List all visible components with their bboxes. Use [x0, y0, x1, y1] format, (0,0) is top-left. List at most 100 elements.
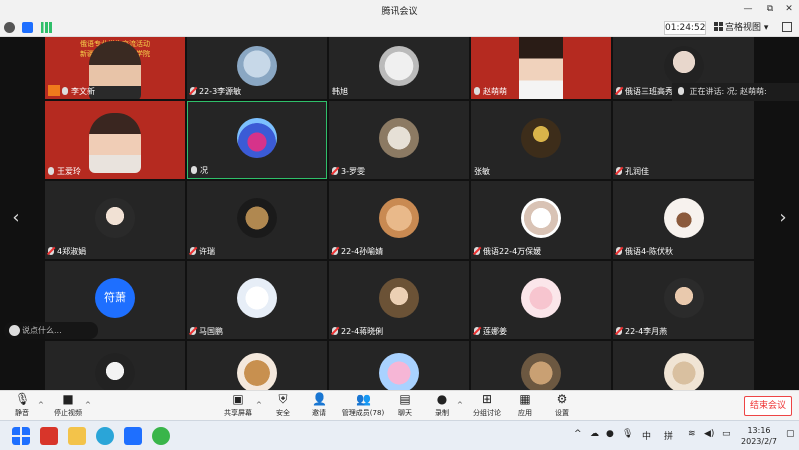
breakout-button[interactable]: ⊞ 分组讨论: [467, 393, 507, 418]
mute-label: 静音: [15, 409, 29, 417]
avatar: [237, 278, 277, 318]
speaking-label: 正在讲话:: [689, 87, 725, 96]
apps-label: 应用: [518, 409, 532, 417]
participant-tile[interactable]: 俄语22-4万保媛: [471, 181, 611, 259]
cloud-icon[interactable]: ☁: [590, 429, 599, 439]
chat-icon: ▤: [399, 392, 411, 406]
participant-tile[interactable]: 张敏: [471, 101, 611, 179]
speaking-names: 况; 赵萌萌:: [726, 87, 767, 96]
mute-button[interactable]: 🎙 静音: [2, 393, 42, 418]
file-explorer-icon[interactable]: [68, 427, 86, 445]
video-options-caret[interactable]: ^: [85, 401, 91, 409]
avatar: [379, 46, 419, 86]
participant-tile[interactable]: 22-4蒋晓俐: [329, 261, 469, 339]
participant-name-text: 22-4蒋晓俐: [341, 327, 384, 336]
volume-icon[interactable]: ◀): [704, 429, 714, 439]
participant-tile[interactable]: 王爱玲: [45, 101, 185, 179]
share-label: 共享屏幕: [224, 409, 252, 417]
participant-tile[interactable]: 许瑞: [187, 181, 327, 259]
share-screen-button[interactable]: ▣ 共享屏幕: [218, 393, 258, 418]
participant-tile[interactable]: 22-4孙喻婧: [329, 181, 469, 259]
chat-placeholder: 说点什么...: [22, 326, 62, 335]
participant-tile[interactable]: 韩旭: [329, 37, 469, 99]
ime-language[interactable]: 中: [642, 429, 651, 442]
mic-muted-icon: [616, 327, 622, 335]
maximize-button[interactable]: ⧉: [763, 2, 777, 16]
participant-video: [519, 37, 563, 99]
avatar: [379, 278, 419, 318]
notification-icon[interactable]: ▢: [786, 429, 795, 439]
shield-icon[interactable]: [22, 22, 33, 33]
share-options-caret[interactable]: ^: [256, 401, 262, 409]
record-button[interactable]: ● 录制: [422, 393, 462, 418]
invite-button[interactable]: 👤 邀请: [299, 393, 339, 418]
next-page-arrow[interactable]: ›: [775, 207, 791, 228]
fullscreen-icon[interactable]: [782, 22, 792, 32]
chat-label: 聊天: [398, 409, 412, 417]
stop-video-button[interactable]: ■ 停止视频: [48, 393, 88, 418]
wifi-icon[interactable]: ≋: [688, 429, 696, 439]
avatar: [237, 46, 277, 86]
manage-members-button[interactable]: 👥 管理成员(78): [340, 393, 386, 418]
wps-icon[interactable]: [40, 427, 58, 445]
participant-tile[interactable]: [471, 341, 611, 390]
tray-app-icon[interactable]: ●: [606, 429, 614, 439]
participant-tile[interactable]: [329, 341, 469, 390]
participant-tile[interactable]: 4郑淑娟: [45, 181, 185, 259]
security-button[interactable]: ⛨ 安全: [263, 393, 303, 418]
participant-tile[interactable]: [45, 341, 185, 390]
quick-chat-input[interactable]: 说点什么...: [4, 322, 98, 339]
participant-name: 22-3李源敏: [190, 86, 241, 97]
participant-tile[interactable]: 22-4李月燕: [613, 261, 754, 339]
system-clock[interactable]: 13:16 2023/2/7: [736, 425, 782, 447]
participant-tile[interactable]: 赵萌萌: [471, 37, 611, 99]
close-button[interactable]: ✕: [782, 2, 796, 16]
chat-button[interactable]: ▤ 聊天: [385, 393, 425, 418]
info-icon[interactable]: [4, 22, 15, 33]
participant-tile[interactable]: 俄语4-陈伏秋: [613, 181, 754, 259]
view-mode-button[interactable]: 宫格视图 ▾: [714, 21, 776, 35]
avatar: [237, 353, 277, 390]
mic-muted-icon: [48, 247, 54, 255]
signal-icon[interactable]: [41, 22, 52, 33]
participant-video: [89, 41, 141, 99]
end-meeting-button[interactable]: 结束会议: [744, 396, 792, 416]
microphone-tray-icon[interactable]: 🎙: [622, 429, 633, 439]
participant-name-text: 李文新: [71, 87, 95, 96]
participant-tile[interactable]: 孔润佳: [613, 101, 754, 179]
minimize-button[interactable]: —: [741, 2, 755, 16]
participant-tile[interactable]: [187, 341, 327, 390]
browser-icon[interactable]: [96, 427, 114, 445]
start-icon[interactable]: [12, 427, 30, 445]
avatar: [379, 353, 419, 390]
emoji-icon[interactable]: [9, 325, 20, 336]
participant-tile[interactable]: [613, 341, 754, 390]
tray-expand-icon[interactable]: ^: [574, 429, 582, 439]
apps-button[interactable]: ▦ 应用: [505, 393, 545, 418]
participant-name: 马国鹏: [190, 326, 223, 337]
participant-tile[interactable]: 马国鹏: [187, 261, 327, 339]
avatar: [663, 353, 704, 390]
participant-tile[interactable]: 俄语专业学生交流活动 新疆师范大学俄语学院 交换学生 李文新: [45, 37, 185, 99]
mute-options-caret[interactable]: ^: [38, 401, 44, 409]
settings-button[interactable]: ⚙ 设置: [542, 393, 582, 418]
mic-muted-icon: [616, 167, 622, 175]
avatar: [237, 118, 277, 158]
participant-tile[interactable]: 22-3李源敏: [187, 37, 327, 99]
participant-name: 莲娜姜: [474, 326, 507, 337]
participant-name: 孔润佳: [616, 166, 649, 177]
clock-date: 2023/2/7: [741, 437, 777, 446]
battery-icon[interactable]: ▭: [722, 429, 731, 439]
participant-tile[interactable]: 莲娜姜: [471, 261, 611, 339]
participant-name: 李文新: [48, 85, 95, 97]
participant-tile[interactable]: 3-罗雯: [329, 101, 469, 179]
wechat-icon[interactable]: [152, 427, 170, 445]
breakout-icon: ⊞: [481, 392, 493, 406]
ime-mode[interactable]: 拼: [664, 429, 673, 442]
record-options-caret[interactable]: ^: [457, 401, 463, 409]
prev-page-arrow[interactable]: ‹: [8, 207, 24, 228]
tencent-meeting-icon[interactable]: [124, 427, 142, 445]
window-titlebar: 腾讯会议 — ⧉ ✕: [0, 0, 799, 19]
participant-name-text: 张敏: [474, 167, 490, 176]
participant-tile-active[interactable]: 况: [187, 101, 327, 179]
